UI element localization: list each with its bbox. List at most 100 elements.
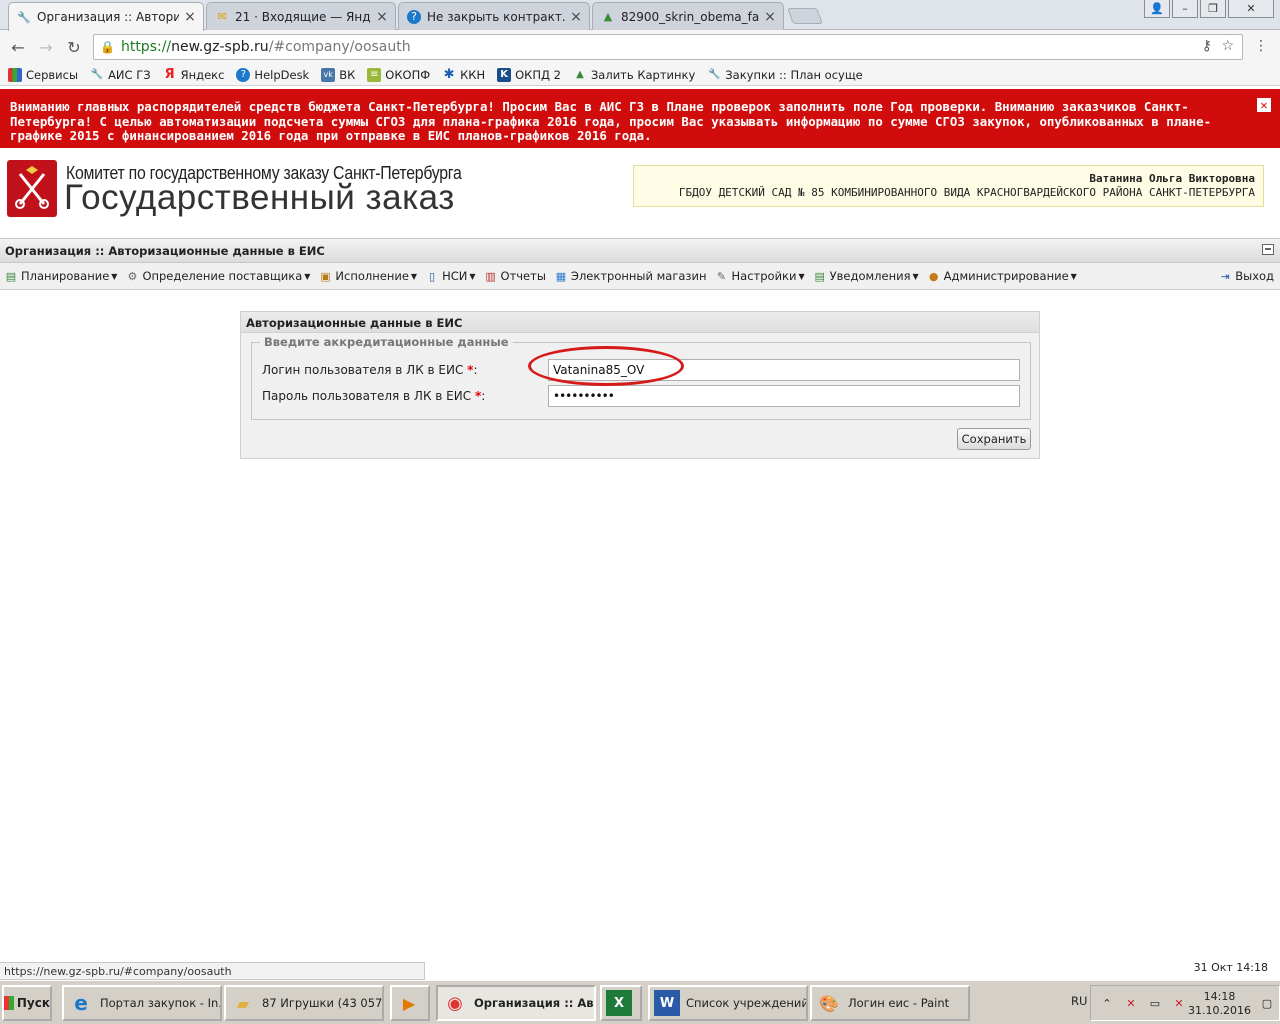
- chevron-down-icon: ▼: [469, 271, 476, 281]
- menu-label: Исполнение: [335, 269, 409, 283]
- bookmark-helpdesk[interactable]: ? HelpDesk: [236, 67, 310, 82]
- show-desktop-icon[interactable]: ▢: [1259, 995, 1275, 1011]
- login-input[interactable]: [548, 359, 1020, 381]
- volume-muted-icon[interactable]: ✕: [1171, 995, 1187, 1011]
- minimize-button[interactable]: –: [1172, 0, 1198, 18]
- vk-icon: vk: [321, 67, 336, 82]
- bookmark-yandex[interactable]: Я Яндекс: [163, 67, 225, 82]
- profile-icon[interactable]: 👤: [1144, 0, 1170, 18]
- start-button[interactable]: Пуск: [2, 985, 52, 1021]
- bookmark-services[interactable]: Сервисы: [8, 67, 78, 82]
- bookmark-label: Закупки :: План осуще: [725, 67, 863, 82]
- user-icon: ●: [928, 269, 939, 283]
- bookmark-star-icon[interactable]: ☆: [1221, 38, 1234, 54]
- tab-organization-auth[interactable]: 🔧 Организация :: Авториза ×: [8, 2, 204, 31]
- tab-title: Не закрыть контракт. ОШ: [427, 9, 565, 24]
- task-chrome-organization[interactable]: ◉ Организация :: Ав...: [436, 985, 596, 1021]
- restore-button[interactable]: ❐: [1200, 0, 1226, 18]
- bookmark-vk[interactable]: vk ВК: [321, 67, 355, 82]
- user-info-box: Ватанина Ольга Викторовна ГБДОУ ДЕТСКИЙ …: [633, 165, 1264, 207]
- bookmark-label: Яндекс: [180, 67, 225, 82]
- menu-e-shop[interactable]: ▦ Электронный магазин: [554, 269, 707, 283]
- tab-yandex-mail[interactable]: ✉ 21 · Входящие — Яндекс. ×: [206, 2, 396, 30]
- spb-emblem-logo: [7, 160, 57, 217]
- bookmark-kkn[interactable]: ✱ ККН: [442, 67, 486, 82]
- task-word-list[interactable]: W Список учреждений...: [648, 985, 808, 1021]
- chrome-icon: ◉: [447, 992, 463, 1014]
- close-icon[interactable]: ×: [569, 9, 583, 25]
- minimize-panel-icon[interactable]: [1262, 244, 1274, 255]
- tab-contract-question[interactable]: ? Не закрыть контракт. ОШ ×: [398, 2, 590, 30]
- chevron-up-icon[interactable]: ⌃: [1099, 995, 1115, 1011]
- main-menu: ▤ Планирование ▼ ⚙ Определение поставщика ▼ …: [0, 263, 1280, 290]
- page-title-bar: Организация :: Авторизационные данные в …: [0, 238, 1280, 263]
- window-close-button[interactable]: ✕: [1228, 0, 1274, 18]
- new-tab-button[interactable]: [787, 8, 823, 24]
- bookmarks-bar: Сервисы 🔧 АИС ГЗ Я Яндекс ? HelpDesk vk ВК ≡…: [0, 64, 1280, 86]
- menu-administration[interactable]: ● Администрирование ▼: [927, 269, 1077, 283]
- page-title: Организация :: Авторизационные данные в …: [5, 244, 325, 258]
- menu-notifications[interactable]: ▤ Уведомления ▼: [813, 269, 918, 283]
- bookmark-okopf[interactable]: ≡ ОКОПФ: [367, 67, 430, 82]
- menu-label: Электронный магазин: [570, 269, 707, 283]
- tab-title: 21 · Входящие — Яндекс.: [235, 9, 371, 24]
- menu-reports[interactable]: ▥ Отчеты: [484, 269, 546, 283]
- reload-icon[interactable]: ↻: [60, 33, 88, 61]
- paint-icon: 🎨: [819, 993, 839, 1013]
- network-error-icon[interactable]: ✕: [1123, 995, 1139, 1011]
- key-icon[interactable]: ⚷: [1202, 38, 1212, 54]
- close-icon[interactable]: ×: [183, 9, 197, 25]
- browser-tab-strip: 🔧 Организация :: Авториза × ✉ 21 · Входя…: [0, 0, 1280, 31]
- windows-flag-icon: [4, 996, 14, 1010]
- task-ie-portal[interactable]: e Портал закупок - In...: [62, 985, 222, 1021]
- bookmark-upload-image[interactable]: ▲ Залить Картинку: [573, 68, 695, 82]
- tab-screenshot-image[interactable]: ▲ 82900_skrin_obema_faila - ×: [592, 2, 784, 30]
- menu-settings[interactable]: ✎ Настройки ▼: [715, 269, 805, 283]
- bookmark-ais-gz[interactable]: 🔧 АИС ГЗ: [90, 68, 151, 82]
- task-label: Организация :: Ав...: [474, 996, 596, 1010]
- password-input[interactable]: ••••••••••: [548, 385, 1020, 407]
- task-excel[interactable]: X: [600, 985, 642, 1021]
- bookmark-label: ККН: [460, 67, 486, 82]
- forward-arrow-icon[interactable]: →: [32, 33, 60, 61]
- menu-label: Определение поставщика: [142, 269, 303, 283]
- save-button[interactable]: Сохранить: [957, 428, 1031, 450]
- apps-grid-icon: [8, 67, 22, 82]
- bookmark-okpd2[interactable]: K ОКПД 2: [497, 67, 561, 82]
- document-icon: ≡: [367, 67, 382, 82]
- exit-button[interactable]: ⇥ Выход: [1218, 269, 1274, 283]
- label-colon: :: [481, 389, 486, 403]
- menu-execution[interactable]: ▣ Исполнение ▼: [318, 269, 417, 283]
- tab-title: 82900_skrin_obema_faila -: [621, 9, 759, 24]
- help-icon: ?: [407, 9, 421, 24]
- address-bar[interactable]: 🔒 https://new.gz-spb.ru/#company/oosauth…: [93, 34, 1243, 60]
- k-icon: K: [497, 67, 512, 82]
- menu-nsi[interactable]: ▯ НСИ ▼: [425, 269, 475, 283]
- word-icon: W: [654, 990, 680, 1016]
- task-label: Портал закупок - In...: [100, 996, 222, 1010]
- status-url: https://new.gz-spb.ru/#company/oosauth: [0, 962, 425, 980]
- browser-menu-icon[interactable]: ⋮: [1254, 38, 1268, 54]
- task-paint[interactable]: 🎨 Логин еис - Paint: [810, 985, 970, 1021]
- url-path: /#company/oosauth: [268, 39, 411, 55]
- accreditation-fieldset: Введите аккредитационные данные Логин по…: [251, 335, 1031, 420]
- browser-toolbar: ← → ↻ 🔒 https://new.gz-spb.ru/#company/o…: [0, 30, 1280, 64]
- close-icon[interactable]: ×: [375, 9, 389, 25]
- task-media-player[interactable]: ▶: [390, 985, 430, 1021]
- chevron-down-icon: ▼: [798, 271, 805, 281]
- menu-planning[interactable]: ▤ Планирование ▼: [4, 269, 118, 283]
- close-icon[interactable]: ×: [763, 9, 777, 25]
- network-icon[interactable]: ▭: [1147, 995, 1163, 1011]
- task-folder-toys[interactable]: ▰ 87 Игрушки (43 057,...: [224, 985, 384, 1021]
- url-host: new.gz-spb.ru: [171, 39, 269, 55]
- bookmark-label: HelpDesk: [254, 67, 310, 82]
- system-tray: ⌃ ✕ ▭ ✕ 14:18 31.10.2016 ▢: [1090, 985, 1280, 1021]
- bookmark-label: ОКПД 2: [515, 67, 561, 82]
- language-indicator[interactable]: RU: [1071, 994, 1087, 1008]
- back-arrow-icon[interactable]: ←: [4, 33, 32, 61]
- menu-supplier-selection[interactable]: ⚙ Определение поставщика ▼: [125, 269, 311, 283]
- bookmark-purchases-plan[interactable]: 🔧 Закупки :: План осуще: [707, 67, 863, 82]
- system-clock[interactable]: 14:18 31.10.2016: [1188, 990, 1251, 1018]
- alert-close-button[interactable]: ✕: [1257, 98, 1271, 112]
- bookmark-label: Залить Картинку: [590, 67, 696, 82]
